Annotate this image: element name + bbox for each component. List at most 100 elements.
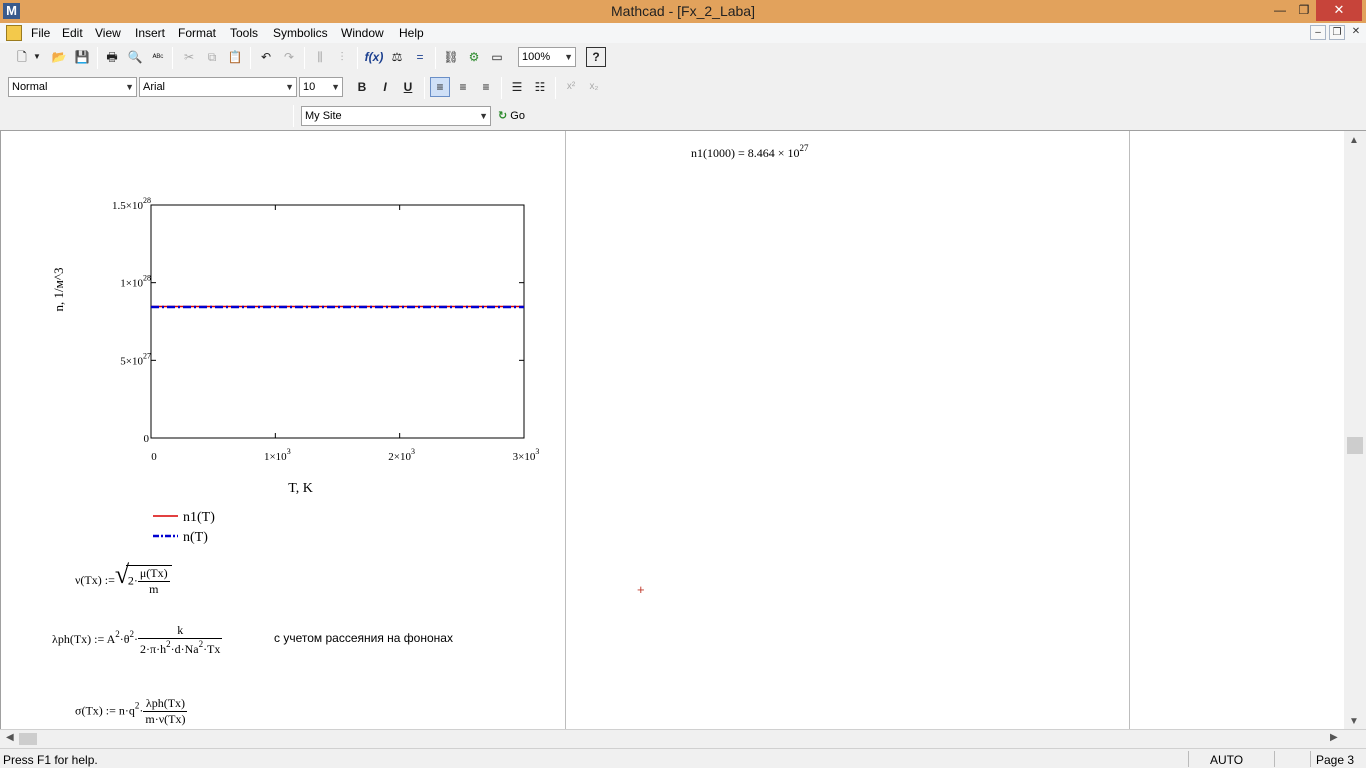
insert-function-icon[interactable]: f(x): [364, 47, 384, 67]
bulleted-list-icon[interactable]: ☰: [507, 77, 527, 97]
y-tick-label: 1.5×1028: [112, 196, 151, 212]
result-exponent: 27: [799, 143, 809, 153]
separator: [435, 47, 436, 69]
scroll-right-icon[interactable]: ▶: [1330, 732, 1338, 743]
chevron-down-icon: ▼: [479, 111, 488, 121]
italic-button[interactable]: I: [375, 77, 395, 97]
result-n1-1000[interactable]: n1(1000) = 8.464 × 1027: [691, 143, 809, 161]
new-icon[interactable]: 🗋: [12, 47, 32, 67]
doc-minimize-button[interactable]: –: [1310, 25, 1326, 40]
worksheet[interactable]: 0 5×1027 1×1028 1.5×1028 0 1×103 2×103 3×103 T…: [0, 131, 1344, 729]
menu-view[interactable]: View: [95, 26, 121, 40]
align-down-icon[interactable]: ⫶: [332, 47, 352, 67]
zoom-select[interactable]: 100% ▼: [518, 47, 576, 67]
insert-component-icon[interactable]: ⚙: [464, 47, 484, 67]
print-icon[interactable]: 🖶: [102, 47, 122, 67]
help-icon[interactable]: ?: [586, 47, 606, 67]
lph-den-c: ·Tx: [203, 642, 221, 656]
close-button[interactable]: ✕: [1316, 0, 1362, 21]
x-tick-label: 0: [151, 451, 157, 463]
paste-icon[interactable]: 📋: [225, 47, 245, 67]
bold-button[interactable]: B: [352, 77, 372, 97]
save-icon[interactable]: 💾: [72, 47, 92, 67]
horizontal-scroll-thumb[interactable]: [19, 733, 37, 745]
underline-button[interactable]: U: [398, 77, 418, 97]
resource-center-icon[interactable]: ▭: [487, 47, 507, 67]
superscript-icon[interactable]: x²: [561, 77, 581, 97]
style-value: Normal: [12, 81, 48, 93]
separator: [357, 47, 358, 69]
x-axis-label: T, K: [288, 481, 313, 496]
scroll-up-icon[interactable]: ▲: [1349, 135, 1359, 146]
status-bar: Press F1 for help. AUTO Page 3: [0, 748, 1366, 768]
insert-hyperlink-icon[interactable]: ⛓: [441, 47, 461, 67]
sigma-fraction: λph(Tx) m·ν(Tx): [143, 696, 188, 727]
numbered-list-icon[interactable]: ☷: [530, 77, 550, 97]
doc-close-button[interactable]: ✕: [1348, 25, 1364, 40]
align-right-icon[interactable]: ≡: [476, 77, 496, 97]
redo-icon[interactable]: ↷: [279, 47, 299, 67]
nu-fraction: μ(Tx) m: [137, 566, 170, 597]
open-icon[interactable]: 📂: [49, 47, 69, 67]
undo-icon[interactable]: ↶: [256, 47, 276, 67]
vertical-scroll-thumb[interactable]: [1347, 437, 1363, 454]
align-left-icon[interactable]: ≡: [430, 77, 450, 97]
nu-numerator: μ(Tx): [137, 566, 170, 582]
title-bar: M Mathcad - [Fx_2_Laba] — ❐ ✕: [0, 0, 1366, 23]
font-select[interactable]: Arial ▼: [139, 77, 297, 97]
copy-icon[interactable]: ⧉: [202, 47, 222, 67]
horizontal-scrollbar[interactable]: ◀ ▶: [0, 729, 1366, 748]
cut-icon[interactable]: ✂: [179, 47, 199, 67]
lambda-ph-definition[interactable]: λph(Tx) := A2·θ2· k 2·π·h2·d·Na2·Tx: [52, 623, 223, 657]
site-select[interactable]: My Site ▼: [301, 106, 491, 126]
separator: [555, 77, 556, 99]
scroll-down-icon[interactable]: ▼: [1349, 716, 1359, 727]
menu-symbolics[interactable]: Symbolics: [273, 26, 328, 40]
menu-insert[interactable]: Insert: [135, 26, 165, 40]
separator: [304, 47, 305, 69]
chevron-down-icon: ▼: [285, 82, 294, 92]
sigma-lhs: σ(Tx) :=: [75, 703, 116, 718]
doc-restore-button[interactable]: ❐: [1329, 25, 1345, 40]
lph-numerator: k: [138, 623, 223, 639]
page-indicator: Page 3: [1316, 753, 1355, 767]
spell-check-icon[interactable]: ᴬᴮᶜ: [148, 47, 168, 67]
zoom-value: 100%: [522, 51, 551, 63]
scroll-left-icon[interactable]: ◀: [6, 732, 14, 743]
nu-definition[interactable]: ν(Tx) := 2·μ(Tx)m: [75, 560, 172, 597]
align-center-icon[interactable]: ≡: [453, 77, 473, 97]
y-tick-label: 0: [144, 433, 150, 445]
page-boundary: [565, 131, 566, 729]
menu-edit[interactable]: Edit: [62, 26, 83, 40]
menu-format[interactable]: Format: [178, 26, 216, 40]
x-tick-label: 3×103: [513, 447, 540, 463]
chevron-down-icon: ▼: [564, 52, 573, 62]
menu-help[interactable]: Help: [399, 26, 424, 40]
menu-tools[interactable]: Tools: [230, 26, 258, 40]
new-dropdown-icon[interactable]: ▼: [31, 47, 43, 67]
calc-mode-indicator[interactable]: AUTO: [1210, 753, 1243, 767]
align-across-icon[interactable]: ⫼: [310, 47, 330, 67]
window-title: Mathcad - [Fx_2_Laba]: [611, 3, 755, 19]
font-size-select[interactable]: 10 ▼: [299, 77, 343, 97]
vertical-scrollbar[interactable]: ▲ ▼: [1344, 131, 1366, 729]
insert-unit-icon[interactable]: ⚖: [387, 47, 407, 67]
menu-file[interactable]: File: [31, 26, 50, 40]
crosshair-cursor-icon: +: [637, 582, 645, 597]
go-button[interactable]: ↻ Go: [498, 106, 536, 126]
y-tick-label: 1×1028: [120, 274, 151, 290]
sigma-numerator: λph(Tx): [143, 696, 188, 712]
calculate-icon[interactable]: =: [410, 47, 430, 67]
sigma-definition[interactable]: σ(Tx) := n·q2· λph(Tx) m·ν(Tx): [75, 696, 188, 727]
xy-plot[interactable]: 0 5×1027 1×1028 1.5×1028 0 1×103 2×103 3×103 T…: [1, 131, 561, 551]
print-preview-icon[interactable]: 🔍: [125, 47, 145, 67]
subscript-icon[interactable]: x₂: [584, 77, 604, 97]
menu-window[interactable]: Window: [341, 26, 384, 40]
minimize-button[interactable]: —: [1268, 0, 1292, 21]
style-select[interactable]: Normal ▼: [8, 77, 137, 97]
status-divider: [1188, 751, 1189, 767]
separator: [501, 77, 502, 99]
phonon-scattering-comment[interactable]: с учетом рассеяния на фононах: [274, 631, 453, 645]
document-icon[interactable]: [6, 25, 22, 41]
maximize-button[interactable]: ❐: [1292, 0, 1316, 21]
